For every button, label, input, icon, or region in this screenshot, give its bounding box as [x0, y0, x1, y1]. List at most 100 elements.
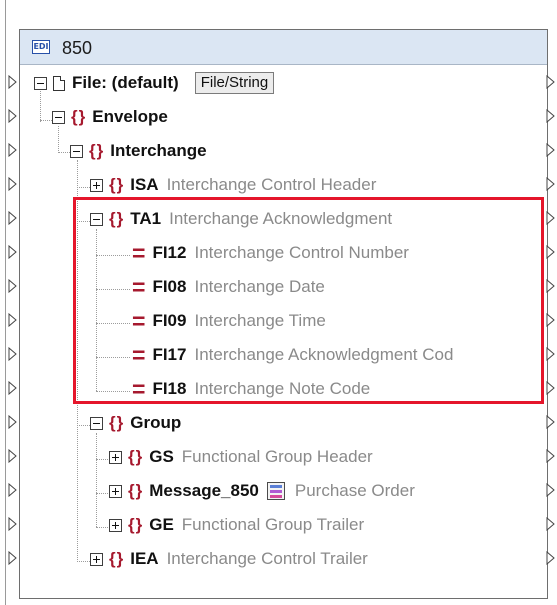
tree-row-ta1[interactable]: {} TA1 Interchange Acknowledgment: [90, 204, 392, 234]
file-label: File: (default): [72, 73, 179, 92]
element-name: GS: [149, 447, 174, 466]
element-braces-icon: {}: [109, 175, 125, 194]
collapse-toggle-icon[interactable]: [70, 144, 83, 158]
tree-line: [96, 527, 108, 528]
element-description: Functional Group Header: [181, 447, 373, 466]
edi-850-component[interactable]: EDI 850 File: (default) File/String {} E…: [19, 29, 548, 599]
input-connector-icon[interactable]: [8, 313, 18, 327]
input-connector-icon[interactable]: [8, 279, 18, 293]
expand-toggle-icon[interactable]: [109, 484, 122, 498]
element-name: Interchange: [110, 141, 207, 160]
tree-line: [96, 493, 108, 494]
element-description: Functional Group Trailer: [181, 515, 365, 534]
element-name: Message_850: [149, 481, 259, 500]
file-icon: [53, 75, 65, 91]
output-connector-icon[interactable]: [546, 415, 556, 429]
expand-toggle-icon[interactable]: [109, 450, 122, 464]
output-connector-icon[interactable]: [546, 75, 556, 89]
expand-toggle-icon[interactable]: [90, 178, 103, 192]
input-connector-icon[interactable]: [8, 381, 18, 395]
output-connector-icon[interactable]: [546, 449, 556, 463]
output-connector-icon[interactable]: [546, 313, 556, 327]
message-type-icon: [266, 482, 285, 500]
tree-row-fi08[interactable]: = FI08 Interchange Date: [132, 272, 325, 302]
input-connector-icon[interactable]: [8, 415, 18, 429]
tree-line: [96, 459, 108, 460]
tree-row-envelope[interactable]: {} Envelope: [52, 102, 176, 132]
collapse-toggle-icon[interactable]: [90, 212, 103, 226]
element-name: ISA: [130, 175, 159, 194]
input-connector-icon[interactable]: [8, 109, 18, 123]
element-description: Interchange Date: [194, 277, 325, 296]
input-connector-icon[interactable]: [8, 245, 18, 259]
input-connector-icon[interactable]: [8, 449, 18, 463]
tree-row-gs[interactable]: {} GS Functional Group Header: [109, 442, 373, 472]
file-string-button[interactable]: File/String: [194, 72, 275, 94]
tree-row-iea[interactable]: {} IEA Interchange Control Trailer: [90, 544, 368, 574]
field-equals-icon: =: [132, 342, 146, 368]
element-braces-icon: {}: [109, 549, 125, 568]
tree-row-ge[interactable]: {} GE Functional Group Trailer: [109, 510, 364, 540]
tree-line: [77, 561, 90, 562]
element-name: Envelope: [92, 107, 168, 126]
output-connector-icon[interactable]: [546, 483, 556, 497]
tree-line: [96, 229, 97, 391]
element-name: TA1: [130, 209, 162, 228]
output-connector-icon[interactable]: [546, 177, 556, 191]
collapse-toggle-icon[interactable]: [34, 76, 47, 90]
tree-row-fi18[interactable]: = FI18 Interchange Note Code: [132, 374, 370, 404]
tree-row-isa[interactable]: {} ISA Interchange Control Header: [90, 170, 376, 200]
input-connector-icon[interactable]: [8, 143, 18, 157]
element-braces-icon: {}: [109, 413, 125, 432]
element-description: Interchange Control Number: [194, 243, 409, 262]
tree-row-fi12[interactable]: = FI12 Interchange Control Number: [132, 238, 409, 268]
element-description: Interchange Time: [194, 311, 326, 330]
element-name: FI17: [152, 345, 187, 364]
element-description: Purchase Order: [294, 481, 415, 500]
tree-line: [40, 120, 52, 121]
component-header[interactable]: EDI 850: [20, 30, 547, 65]
output-connector-icon[interactable]: [546, 517, 556, 531]
tree-line: [58, 152, 70, 153]
element-description: Interchange Note Code: [194, 379, 371, 398]
input-connector-icon[interactable]: [8, 75, 18, 89]
output-connector-icon[interactable]: [546, 279, 556, 293]
output-connector-icon[interactable]: [546, 109, 556, 123]
input-connector-icon[interactable]: [8, 483, 18, 497]
tree-line: [96, 357, 130, 358]
input-connector-icon[interactable]: [8, 551, 18, 565]
tree-line: [77, 221, 90, 222]
tree-row-fi09[interactable]: = FI09 Interchange Time: [132, 306, 326, 336]
tree-row-message-850[interactable]: {} Message_850 Purchase Order: [109, 476, 415, 506]
element-braces-icon: {}: [109, 209, 125, 228]
input-connector-icon[interactable]: [8, 517, 18, 531]
output-connector-icon[interactable]: [546, 211, 556, 225]
tree-row-group[interactable]: {} Group: [90, 408, 189, 438]
tree-row-file[interactable]: File: (default) File/String: [34, 68, 275, 98]
tree-row-interchange[interactable]: {} Interchange: [70, 136, 215, 166]
output-connector-icon[interactable]: [546, 381, 556, 395]
left-border-line: [5, 0, 6, 605]
input-connector-icon[interactable]: [8, 347, 18, 361]
tree-line: [77, 160, 78, 560]
element-name: FI12: [152, 243, 187, 262]
element-name: FI18: [152, 379, 187, 398]
input-connector-icon[interactable]: [8, 177, 18, 191]
edi-icon: EDI: [32, 40, 50, 54]
element-name: IEA: [130, 549, 159, 568]
output-connector-icon[interactable]: [546, 143, 556, 157]
input-connector-icon[interactable]: [8, 211, 18, 225]
output-connector-icon[interactable]: [546, 245, 556, 259]
output-connector-icon[interactable]: [546, 347, 556, 361]
element-name: FI08: [152, 277, 187, 296]
collapse-toggle-icon[interactable]: [52, 110, 65, 124]
output-connector-icon[interactable]: [546, 551, 556, 565]
expand-toggle-icon[interactable]: [109, 518, 122, 532]
element-description: Interchange Acknowledgment Cod: [194, 345, 454, 364]
tree-line: [77, 187, 90, 188]
field-equals-icon: =: [132, 376, 146, 402]
element-name: FI09: [152, 311, 187, 330]
tree-row-fi17[interactable]: = FI17 Interchange Acknowledgment Cod: [132, 340, 453, 370]
expand-toggle-icon[interactable]: [90, 552, 103, 566]
collapse-toggle-icon[interactable]: [90, 416, 103, 430]
